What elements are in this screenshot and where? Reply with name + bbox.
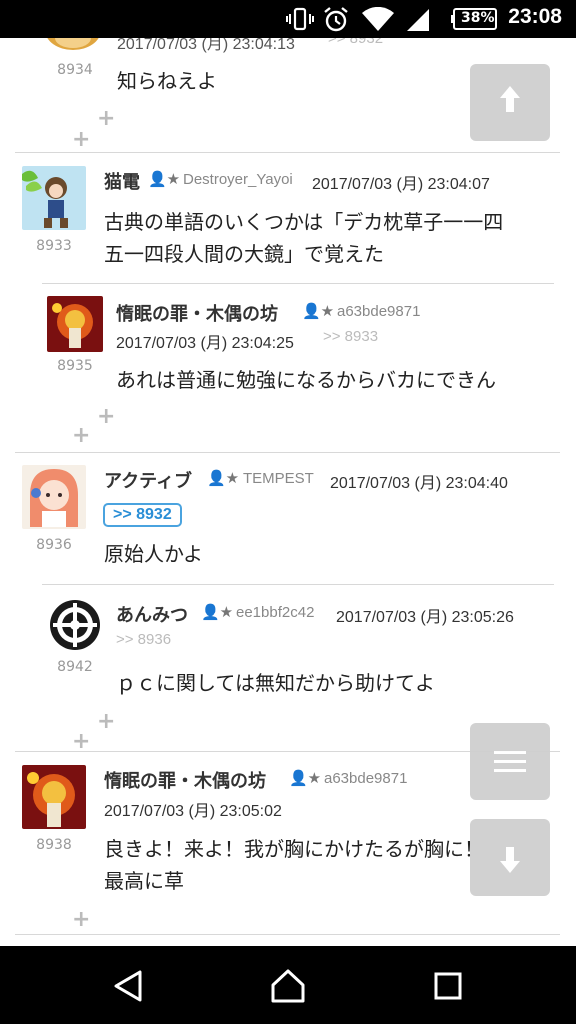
- user-star-icon[interactable]: 👤★: [201, 603, 233, 621]
- recent-apps-icon[interactable]: [432, 970, 464, 1002]
- user-name[interactable]: 惰眠の罪・木偶の坊: [104, 767, 266, 793]
- avatar-wrap: 8934: [43, 38, 107, 78]
- reply-link[interactable]: >> 8936: [116, 631, 171, 648]
- home-icon[interactable]: [269, 967, 307, 1005]
- user-star-icon[interactable]: 👤★: [207, 469, 239, 487]
- add-reaction-icon[interactable]: +: [97, 404, 115, 429]
- thread-content[interactable]: 8934 2017/07/03 (月) 23:04:13 >> 8932 知らね…: [0, 38, 576, 946]
- add-reaction-icon[interactable]: +: [97, 709, 115, 734]
- user-name[interactable]: 惰眠の罪・木偶の坊: [116, 300, 278, 326]
- status-bar: 38% 23:08: [0, 0, 576, 38]
- wifi-icon: [362, 7, 394, 31]
- post-body-line-1: 良きよ！来よ！我が胸にかけたるが胸に！: [104, 837, 484, 861]
- post-8936: 8936 アクティブ 👤★ TEMPEST 2017/07/03 (月) 23:…: [0, 453, 576, 754]
- user-id[interactable]: ee1bbf2c42: [236, 604, 314, 621]
- add-reply-icon[interactable]: +: [72, 907, 90, 932]
- post-date: 2017/07/03 (月) 23:05:26: [336, 609, 514, 626]
- post-body: あれは普通に勉強になるからバカにできん: [116, 368, 496, 392]
- avatar[interactable]: [22, 465, 86, 529]
- user-id[interactable]: a63bde9871: [337, 303, 420, 320]
- post-body: ｐｃに関しては無知だから助けてよ: [116, 671, 435, 695]
- reply-link[interactable]: >> 8932: [328, 38, 383, 47]
- scroll-bottom-button[interactable]: [470, 819, 550, 896]
- post-number: 8936: [36, 537, 72, 553]
- post-number: 8935: [57, 358, 93, 374]
- add-reply-icon[interactable]: +: [72, 127, 90, 152]
- back-icon[interactable]: [110, 968, 146, 1004]
- post-number: 8934: [57, 62, 93, 78]
- vibrate-icon: [286, 7, 314, 31]
- user-name[interactable]: アクティブ: [104, 467, 192, 493]
- post-body-line-1: 古典の単語のいくつかは「デカ枕草子一一四: [104, 210, 504, 234]
- post-date: 2017/07/03 (月) 23:04:25: [116, 335, 294, 352]
- avatar-wrap: 8936: [22, 465, 86, 553]
- clock-time: 23:08: [508, 5, 562, 28]
- user-star-icon[interactable]: 👤★: [302, 302, 334, 320]
- arrow-up-icon: [500, 86, 520, 112]
- post-date: 2017/07/03 (月) 23:04:40: [330, 475, 508, 492]
- menu-icon: [494, 751, 526, 772]
- divider: [15, 934, 560, 935]
- alarm-icon: [324, 7, 348, 32]
- arrow-down-icon: [500, 847, 520, 873]
- post-body-line-2: 五一四段人間の大鏡」で覚えた: [104, 242, 384, 266]
- post-8935: 8935 惰眠の罪・木偶の坊 👤★ a63bde9871 2017/07/03 …: [0, 284, 576, 454]
- post-date: 2017/07/03 (月) 23:04:13: [117, 38, 295, 53]
- avatar[interactable]: [43, 38, 103, 52]
- avatar-wrap: 8942: [47, 597, 103, 675]
- avatar-wrap: 8938: [22, 765, 86, 853]
- scroll-top-button[interactable]: [470, 64, 550, 141]
- avatar-image: [47, 597, 103, 653]
- avatar[interactable]: [47, 597, 103, 653]
- avatar[interactable]: [47, 296, 103, 352]
- user-name[interactable]: あんみつ: [116, 601, 188, 627]
- avatar-image: [22, 166, 86, 230]
- avatar-image: [47, 38, 99, 50]
- post-date: 2017/07/03 (月) 23:04:07: [312, 176, 490, 193]
- post-date: 2017/07/03 (月) 23:05:02: [104, 803, 282, 820]
- add-reply-icon[interactable]: +: [72, 423, 90, 448]
- avatar-image: [22, 465, 86, 529]
- user-star-icon[interactable]: 👤★: [289, 769, 321, 787]
- avatar-image: [22, 765, 86, 829]
- user-id[interactable]: a63bde9871: [324, 770, 407, 787]
- quote-badge[interactable]: >> 8932: [103, 503, 182, 527]
- menu-button[interactable]: [470, 723, 550, 800]
- navigation-bar: [0, 946, 576, 1024]
- user-star-icon[interactable]: 👤★: [148, 170, 180, 188]
- reply-link[interactable]: >> 8933: [323, 328, 378, 345]
- avatar-wrap: 8935: [47, 296, 103, 374]
- avatar-wrap: 8933: [22, 166, 86, 254]
- add-reaction-icon[interactable]: +: [97, 106, 115, 131]
- post-8933: 8933 猫電 👤★ Destroyer_Yayoi 2017/07/03 (月…: [0, 153, 576, 453]
- signal-icon: [407, 9, 429, 31]
- post-body-line-2: 最高に草: [104, 869, 184, 893]
- user-id[interactable]: TEMPEST: [243, 470, 314, 487]
- post-number: 8942: [57, 659, 93, 675]
- post-body: 知らねえよ: [117, 69, 217, 93]
- post-body: 原始人かよ: [104, 542, 203, 566]
- avatar[interactable]: [22, 765, 86, 829]
- post-number: 8933: [36, 238, 72, 254]
- battery-percent: 38%: [461, 10, 495, 26]
- avatar[interactable]: [22, 166, 86, 230]
- user-name[interactable]: 猫電: [104, 168, 140, 194]
- avatar-image: [47, 296, 103, 352]
- user-id[interactable]: Destroyer_Yayoi: [183, 171, 293, 188]
- post-number: 8938: [36, 837, 72, 853]
